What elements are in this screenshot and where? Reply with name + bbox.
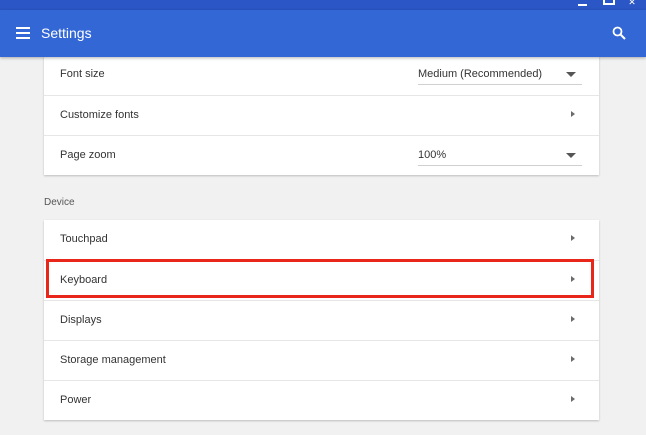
window-titlebar: ✕	[0, 0, 646, 10]
device-item-touchpad[interactable]: Touchpad	[44, 220, 599, 260]
font-size-row: Font size Medium (Recommended)	[44, 55, 599, 95]
device-item-label: Touchpad	[60, 233, 108, 245]
device-item-label: Power	[60, 394, 92, 406]
chevron-right-icon	[571, 396, 575, 402]
chevron-right-icon	[571, 235, 575, 241]
device-item-label: Displays	[60, 314, 102, 326]
device-item-power[interactable]: Power	[44, 380, 599, 420]
font-size-label: Font size	[60, 68, 105, 80]
page-zoom-value: 100%	[418, 149, 447, 161]
close-icon[interactable]: ✕	[627, 0, 637, 7]
search-icon[interactable]	[612, 26, 626, 40]
page-title: Settings	[41, 25, 92, 41]
minimize-icon[interactable]	[578, 2, 587, 6]
device-item-storage-management[interactable]: Storage management	[44, 340, 599, 380]
chevron-right-icon	[571, 356, 575, 362]
device-item-displays[interactable]: Displays	[44, 300, 599, 340]
caret-down-icon	[566, 153, 576, 158]
page-zoom-label: Page zoom	[60, 149, 116, 161]
font-size-select[interactable]: Medium (Recommended)	[418, 66, 582, 85]
section-header-device: Device	[44, 197, 75, 208]
chevron-right-icon	[571, 111, 575, 117]
chevron-right-icon	[571, 276, 575, 282]
font-size-value: Medium (Recommended)	[418, 68, 543, 80]
device-item-label: Storage management	[60, 354, 166, 366]
appearance-card: Font size Medium (Recommended) Customize…	[44, 55, 599, 175]
caret-down-icon	[566, 72, 576, 77]
customize-fonts-row[interactable]: Customize fonts	[44, 95, 599, 135]
page-zoom-row: Page zoom 100%	[44, 135, 599, 175]
maximize-icon[interactable]	[603, 0, 615, 5]
customize-fonts-label: Customize fonts	[60, 109, 139, 121]
device-item-keyboard[interactable]: Keyboard	[44, 260, 599, 300]
device-card: Touchpad Keyboard Displays Storage manag…	[44, 220, 599, 420]
hamburger-menu-icon[interactable]	[16, 27, 30, 39]
app-bar: Settings	[0, 10, 646, 57]
page-zoom-select[interactable]: 100%	[418, 147, 582, 166]
chevron-right-icon	[571, 316, 575, 322]
device-item-label: Keyboard	[60, 274, 108, 286]
